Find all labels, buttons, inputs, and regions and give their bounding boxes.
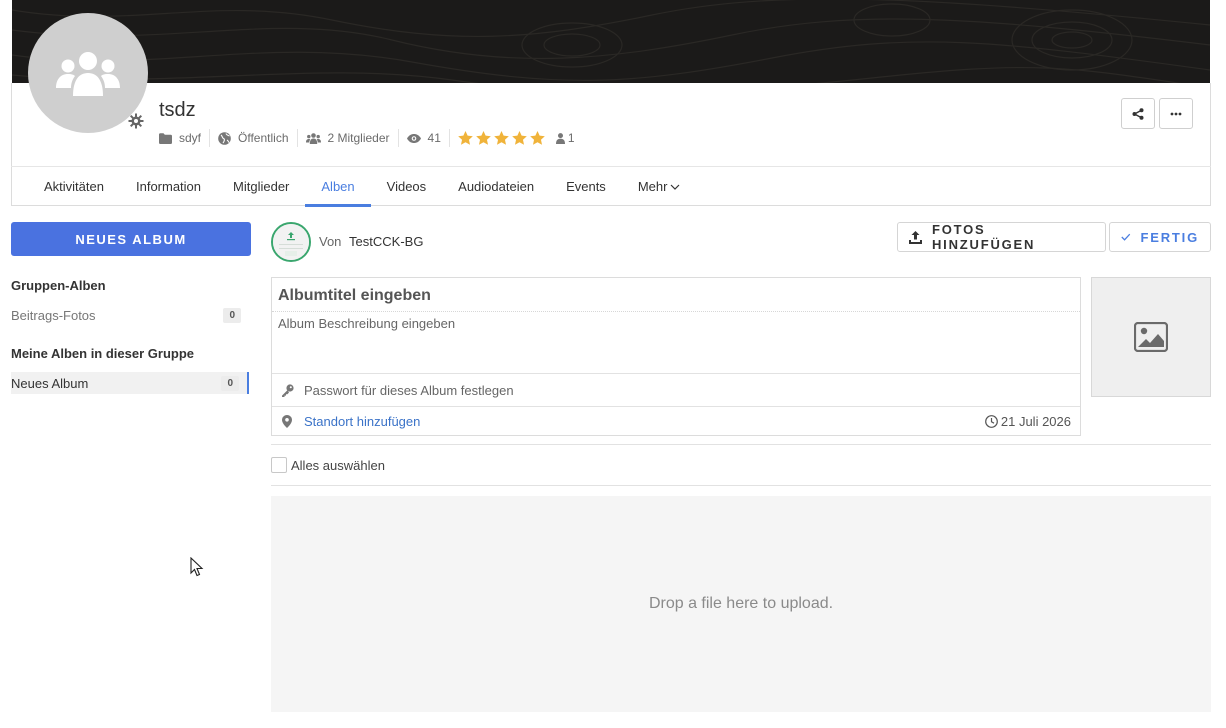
album-password-label: Passwort für dieses Album festlegen bbox=[304, 382, 514, 398]
upload-dropzone[interactable]: Drop a file here to upload. bbox=[271, 496, 1211, 712]
star-icon[interactable] bbox=[512, 131, 527, 145]
eye-icon bbox=[406, 133, 421, 143]
checkmark-icon bbox=[1121, 233, 1131, 241]
tab-audiodateien[interactable]: Audiodateien bbox=[442, 167, 550, 206]
tab-aktivitaeten[interactable]: Aktivitäten bbox=[28, 167, 120, 206]
my-albums-heading: Meine Alben in dieser Gruppe bbox=[11, 346, 194, 361]
image-icon bbox=[1134, 322, 1168, 352]
group-members[interactable]: 2 Mitglieder bbox=[305, 129, 399, 147]
tab-information[interactable]: Information bbox=[120, 167, 217, 206]
avatar-settings-gear-icon[interactable] bbox=[127, 112, 145, 130]
group-category[interactable]: sdyf bbox=[159, 129, 211, 147]
add-photos-label: FOTOS HINZUFÜGEN bbox=[931, 222, 1036, 252]
share-icon bbox=[1132, 107, 1144, 120]
more-options-button[interactable] bbox=[1159, 98, 1193, 129]
rating-count: 1 bbox=[555, 131, 575, 145]
divider bbox=[271, 444, 1211, 445]
divider bbox=[272, 311, 1080, 312]
group-rating[interactable]: 1 bbox=[458, 129, 583, 147]
album-cover-thumbnail[interactable] bbox=[1091, 277, 1211, 397]
cover-image bbox=[12, 0, 1210, 83]
map-marker-icon bbox=[280, 414, 294, 428]
done-label: FERTIG bbox=[1140, 229, 1199, 245]
group-views: 41 bbox=[406, 129, 450, 147]
globe-icon bbox=[218, 131, 231, 145]
ellipsis-icon bbox=[1170, 112, 1182, 115]
clock-icon bbox=[984, 414, 998, 428]
tab-mitglieder[interactable]: Mitglieder bbox=[217, 167, 305, 206]
author-prefix: Von bbox=[319, 234, 342, 249]
users-icon bbox=[305, 132, 321, 144]
mouse-cursor-icon bbox=[190, 556, 204, 580]
group-users-icon bbox=[56, 52, 120, 96]
author-avatar[interactable] bbox=[271, 222, 311, 262]
new-album-button[interactable]: NEUES ALBUM bbox=[11, 222, 251, 256]
count-badge: 0 bbox=[223, 307, 241, 323]
star-icon[interactable] bbox=[494, 131, 509, 145]
tab-mehr-label: Mehr bbox=[637, 178, 668, 194]
author-avatar-image bbox=[273, 224, 309, 260]
star-icon[interactable] bbox=[530, 131, 545, 145]
sidebar-item-neues-album[interactable]: Neues Album 0 bbox=[11, 372, 249, 394]
sidebar-item-label: Beitrags-Fotos bbox=[11, 307, 96, 323]
author-name[interactable]: TestCCK-BG bbox=[349, 234, 423, 249]
album-password-row[interactable]: Passwort für dieses Album festlegen bbox=[272, 374, 1080, 406]
select-all-checkbox[interactable] bbox=[271, 457, 287, 473]
group-visibility-label: Öffentlich bbox=[238, 131, 289, 145]
tab-videos[interactable]: Videos bbox=[371, 167, 443, 206]
done-button[interactable]: FERTIG bbox=[1109, 222, 1211, 252]
key-icon bbox=[280, 383, 294, 397]
group-albums-heading: Gruppen-Alben bbox=[11, 278, 106, 293]
dropzone-text: Drop a file here to upload. bbox=[648, 595, 834, 612]
group-tabs: Aktivitäten Information Mitglieder Alben… bbox=[11, 166, 1211, 207]
star-icon[interactable] bbox=[458, 131, 473, 145]
select-all-label: Alles auswählen bbox=[291, 457, 385, 473]
sidebar-item-beitrags-fotos[interactable]: Beitrags-Fotos 0 bbox=[11, 304, 249, 326]
group-category-label: sdyf bbox=[179, 131, 202, 145]
author-line: Von TestCCK-BG bbox=[319, 234, 423, 249]
album-title-input[interactable]: Albumtitel eingeben bbox=[278, 287, 431, 305]
group-views-count: 41 bbox=[427, 131, 441, 145]
folder-icon bbox=[159, 132, 172, 144]
rating-stars[interactable] bbox=[458, 131, 545, 145]
star-icon[interactable] bbox=[476, 131, 491, 145]
album-description-input[interactable]: Album Beschreibung eingeben bbox=[278, 316, 455, 331]
tab-events[interactable]: Events bbox=[550, 167, 622, 206]
album-date-value: 21 Juli 2026 bbox=[1000, 413, 1071, 429]
user-icon bbox=[555, 132, 565, 144]
select-all[interactable]: Alles auswählen bbox=[271, 456, 385, 474]
group-members-label: 2 Mitglieder bbox=[327, 131, 390, 145]
group-meta: sdyf Öffentlich 2 Mitglieder 41 1 bbox=[159, 129, 591, 147]
add-location-link[interactable]: Standort hinzufügen bbox=[304, 414, 420, 429]
album-form: Albumtitel eingeben Album Beschreibung e… bbox=[271, 277, 1081, 436]
upload-icon bbox=[909, 230, 922, 244]
add-photos-button[interactable]: FOTOS HINZUFÜGEN bbox=[897, 222, 1106, 252]
divider bbox=[271, 485, 1211, 486]
group-visibility: Öffentlich bbox=[218, 129, 298, 147]
count-badge: 0 bbox=[221, 375, 239, 391]
sidebar-item-label: Neues Album bbox=[11, 375, 89, 391]
tab-alben[interactable]: Alben bbox=[305, 167, 371, 207]
share-button[interactable] bbox=[1121, 98, 1155, 129]
album-location-row: Standort hinzufügen 21 Juli 2026 bbox=[272, 405, 1080, 437]
tab-mehr[interactable]: Mehr bbox=[622, 167, 697, 206]
chevron-down-icon bbox=[671, 184, 680, 190]
group-title: tsdz bbox=[159, 99, 196, 121]
rating-count-value: 1 bbox=[567, 131, 575, 145]
album-date[interactable]: 21 Juli 2026 bbox=[984, 405, 1071, 437]
